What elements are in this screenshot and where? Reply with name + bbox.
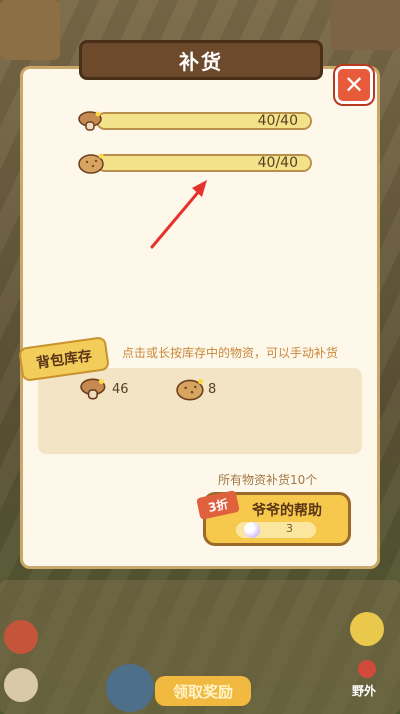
mushroom-icon — [78, 111, 102, 131]
inventory-item-mushroom[interactable]: 46 — [80, 376, 129, 406]
outdoor-label: 野外 — [352, 684, 377, 698]
stock-row-mushroom: 40/40 — [78, 110, 312, 134]
claim-reward-button[interactable]: 领取奖励 — [155, 676, 251, 706]
restock-all-text: 所有物资补货10个 — [218, 473, 318, 487]
close-button[interactable]: ✕ — [335, 66, 373, 104]
chick-icon[interactable] — [350, 612, 384, 646]
pearl-icon — [244, 522, 260, 538]
help-cost: 3 — [236, 522, 316, 538]
inventory-count: 8 — [208, 382, 217, 397]
help-button-label: 爷爷的帮助 — [252, 503, 322, 519]
inventory-count: 46 — [112, 382, 129, 397]
paw-icon[interactable] — [4, 668, 38, 702]
outdoor-button[interactable]: 野外 — [352, 682, 376, 699]
bg-building — [330, 0, 400, 50]
stock-count: 40/40 — [257, 113, 298, 129]
bg-building — [0, 0, 60, 60]
potato-icon — [78, 153, 104, 174]
inventory-item-potato[interactable]: 8 — [176, 376, 216, 406]
book-icon[interactable] — [106, 664, 154, 712]
discount-label: 3折 — [206, 496, 230, 515]
help-cost-value: 3 — [286, 522, 293, 535]
dialog-title-banner: 补货 — [79, 40, 323, 80]
claim-reward-label: 领取奖励 — [172, 682, 233, 701]
backpack-tag-label: 背包库存 — [35, 348, 93, 372]
mushroom-icon — [80, 378, 106, 400]
potato-icon — [176, 378, 204, 401]
close-icon: ✕ — [343, 71, 365, 99]
restock-hint: 点击或长按库存中的物资，可以手动补货 — [122, 346, 339, 360]
stock-row-potato: 40/40 — [78, 152, 312, 176]
dialog-title: 补货 — [179, 49, 223, 74]
stock-count: 40/40 — [257, 155, 298, 171]
map-pin-icon — [358, 660, 376, 678]
mushroom-house-icon — [4, 620, 38, 654]
